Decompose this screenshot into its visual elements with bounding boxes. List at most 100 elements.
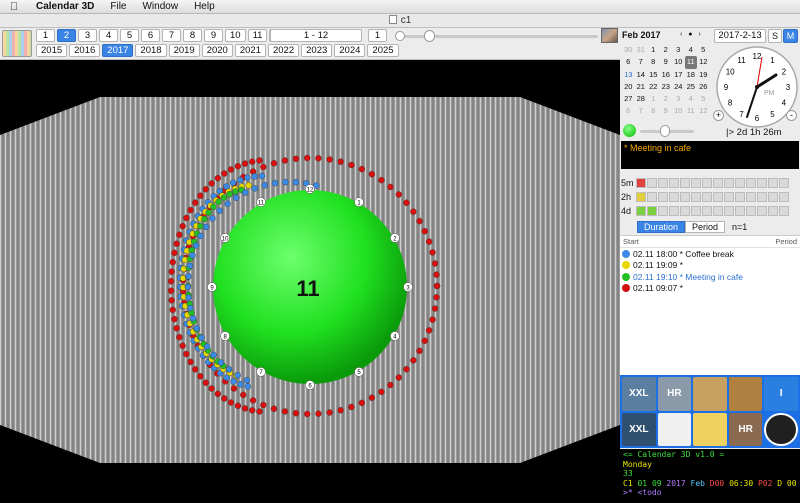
- day-dot[interactable]: [185, 294, 192, 301]
- day-dot[interactable]: [234, 372, 241, 379]
- xxl-tile[interactable]: XXL: [622, 377, 656, 411]
- day-dot[interactable]: [179, 223, 186, 230]
- event-row[interactable]: 02.11 19:10 * Meeting in cafe: [620, 271, 800, 283]
- zoom-in-button[interactable]: +: [713, 110, 724, 121]
- day-dot[interactable]: [281, 408, 289, 415]
- house-tile[interactable]: HR: [728, 412, 763, 446]
- day-dot[interactable]: [395, 374, 403, 381]
- day-dot[interactable]: [210, 203, 217, 211]
- day-dot[interactable]: [216, 207, 223, 214]
- duration-cell[interactable]: [636, 177, 646, 188]
- event-row[interactable]: 02.11 18:00 * Coffee break: [620, 248, 800, 260]
- day-dot[interactable]: [192, 242, 200, 249]
- month-button-5[interactable]: 5: [120, 29, 139, 42]
- day-dot[interactable]: [203, 343, 211, 350]
- day-dot[interactable]: [271, 179, 279, 187]
- year-button-2024[interactable]: 2024: [334, 44, 366, 57]
- day-dot[interactable]: [184, 283, 192, 291]
- day-dot[interactable]: [261, 182, 268, 189]
- month-button-8[interactable]: 8: [183, 29, 202, 42]
- status-indicator[interactable]: [623, 124, 636, 137]
- mini-calendar-day[interactable]: 25: [685, 81, 698, 93]
- day-dot[interactable]: [193, 325, 200, 332]
- month-button-7[interactable]: 7: [162, 29, 181, 42]
- day-dot[interactable]: [168, 297, 175, 304]
- mini-calendar-day[interactable]: 10: [672, 56, 685, 68]
- duration-cell[interactable]: [746, 205, 756, 216]
- day-dot[interactable]: [171, 249, 178, 257]
- apple-icon[interactable]: : [0, 1, 28, 13]
- mini-calendar-day[interactable]: 22: [647, 81, 660, 93]
- s-view-button[interactable]: S: [768, 29, 782, 43]
- duration-cell[interactable]: [735, 205, 745, 216]
- day-dot[interactable]: [167, 278, 175, 285]
- day-dot[interactable]: [189, 315, 197, 322]
- day-dot[interactable]: [215, 198, 222, 206]
- day-dot[interactable]: [188, 246, 195, 254]
- column-start[interactable]: Start: [623, 237, 639, 246]
- day-dot[interactable]: [387, 183, 394, 191]
- mini-calendar-day[interactable]: 6: [622, 105, 635, 117]
- mini-calendar-day[interactable]: 30: [622, 44, 635, 56]
- day-dot[interactable]: [179, 342, 186, 349]
- duration-cell[interactable]: [636, 191, 646, 202]
- duration-cell[interactable]: [669, 205, 679, 216]
- event-row[interactable]: 02.11 09:07 *: [620, 283, 800, 295]
- day-dot[interactable]: [197, 222, 204, 230]
- column-period[interactable]: Period: [775, 237, 797, 246]
- day-dot[interactable]: [368, 394, 376, 401]
- duration-cell[interactable]: [768, 191, 778, 202]
- day-dot[interactable]: [421, 337, 428, 345]
- day-dot[interactable]: [348, 161, 355, 169]
- mini-calendar-day[interactable]: 4: [685, 44, 698, 56]
- mini-calendar-day[interactable]: 27: [622, 93, 635, 105]
- mini-calendar-day[interactable]: 23: [660, 81, 673, 93]
- day-dot[interactable]: [217, 359, 225, 366]
- day-dot[interactable]: [358, 165, 366, 173]
- day-dot[interactable]: [395, 191, 403, 198]
- mini-calendar-day[interactable]: 19: [697, 69, 710, 81]
- day-dot[interactable]: [368, 171, 376, 178]
- duration-cell[interactable]: [724, 177, 734, 188]
- day-dot[interactable]: [234, 163, 242, 170]
- day-dot[interactable]: [183, 350, 190, 358]
- day-dot[interactable]: [198, 334, 205, 341]
- day-dot[interactable]: [176, 231, 183, 239]
- mini-calendar-day[interactable]: 26: [697, 81, 710, 93]
- day-dot[interactable]: [270, 405, 278, 412]
- day-dot[interactable]: [208, 385, 215, 392]
- year-button-2025[interactable]: 2025: [367, 44, 399, 57]
- day-dot[interactable]: [169, 306, 176, 314]
- mini-slider-knob[interactable]: [660, 125, 670, 137]
- mini-calendar-day[interactable]: 1: [647, 44, 660, 56]
- month-button-1[interactable]: 1: [36, 29, 55, 42]
- event-note[interactable]: * Meeting in cafe: [621, 141, 799, 169]
- duration-cell[interactable]: [779, 177, 789, 188]
- help-menu[interactable]: Help: [186, 1, 223, 12]
- duration-cell[interactable]: [746, 177, 756, 188]
- day-dot[interactable]: [209, 215, 216, 222]
- duration-cell[interactable]: [724, 205, 734, 216]
- mini-calendar-day[interactable]: 31: [635, 44, 648, 56]
- day-dot[interactable]: [282, 178, 289, 186]
- day-dot[interactable]: [244, 383, 251, 390]
- mini-calendar-day[interactable]: 11: [684, 56, 697, 69]
- mini-calendar-day[interactable]: 9: [660, 105, 673, 117]
- day-dot[interactable]: [220, 194, 228, 201]
- day-dot[interactable]: [232, 194, 240, 201]
- duration-cell[interactable]: [713, 191, 723, 202]
- mini-calendar-day[interactable]: 1: [647, 93, 660, 105]
- app-menu[interactable]: Calendar 3D: [28, 1, 102, 12]
- mini-calendar-day[interactable]: 4: [685, 93, 698, 105]
- day-dot[interactable]: [433, 282, 441, 290]
- year-button-2015[interactable]: 2015: [36, 44, 68, 57]
- duration-cell[interactable]: [757, 191, 767, 202]
- mini-calendar-day[interactable]: 5: [697, 93, 710, 105]
- duration-cell[interactable]: [647, 191, 657, 202]
- day-dot[interactable]: [378, 388, 385, 396]
- duration-cell[interactable]: [779, 191, 789, 202]
- day-dot[interactable]: [292, 178, 300, 186]
- duration-cell[interactable]: [658, 191, 668, 202]
- day-dot[interactable]: [168, 268, 175, 275]
- day-dot[interactable]: [433, 294, 440, 301]
